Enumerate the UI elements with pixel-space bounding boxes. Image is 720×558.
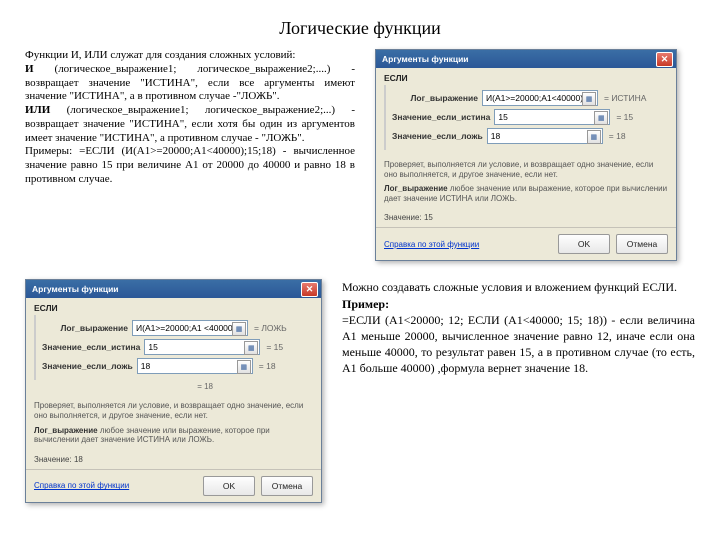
range-select-icon[interactable]: ▦ <box>582 92 596 106</box>
fn-or-label: ИЛИ <box>25 104 50 116</box>
range-select-icon[interactable]: ▦ <box>232 322 246 336</box>
arg-input[interactable]: И(A1>=20000;A1 <40000)▦ <box>132 320 248 336</box>
param-description: Лог_выражение любое значение или выражен… <box>384 184 668 203</box>
dialog-title: Аргументы функции <box>32 284 119 294</box>
close-button[interactable]: ✕ <box>656 52 673 67</box>
arg-eval: = ЛОЖЬ <box>248 323 313 333</box>
function-name: ЕСЛИ <box>34 303 313 313</box>
arg-value: 15 <box>498 112 507 122</box>
paragraph: Функции И, ИЛИ служат для создания сложн… <box>25 49 355 63</box>
arg-input[interactable]: 18 ▦ <box>137 358 253 374</box>
function-arguments-dialog-1: Аргументы функции ✕ ЕСЛИ Лог_выражение И… <box>375 49 677 261</box>
param-desc-label: Лог_выражение <box>384 184 448 193</box>
function-name: ЕСЛИ <box>384 73 668 83</box>
arg-eval: = 18 <box>253 361 313 371</box>
arg-eval: = 18 <box>603 131 668 141</box>
paragraph: Примеры: =ЕСЛИ (И(A1>=20000;A1<40000);15… <box>25 145 355 186</box>
arg-label: Лог_выражение <box>392 93 482 103</box>
arg-row: Значение_если_истина 15 ▦ = 15 <box>42 338 313 355</box>
cancel-button[interactable]: Отмена <box>261 476 313 496</box>
arg-eval: = ИСТИНА <box>598 93 668 103</box>
dialog-titlebar[interactable]: Аргументы функции ✕ <box>26 280 321 298</box>
param-description: Лог_выражение любое значение или выражен… <box>34 426 313 445</box>
arg-value: И(A1>=20000;A1<40000) <box>486 93 583 103</box>
bottom-text-block: Можно создавать сложные условия и вложен… <box>342 279 695 376</box>
fn-and-desc: (логическое_выражение1; логическое_выраж… <box>25 63 355 103</box>
description-block: Проверяет, выполняется ли условие, и воз… <box>34 401 313 444</box>
arg-input[interactable]: И(A1>=20000;A1<40000)▦ <box>482 90 598 106</box>
arg-value: 18 <box>491 131 500 141</box>
arg-eval: = 15 <box>610 112 668 122</box>
dialog-footer: Справка по этой функции OK Отмена <box>26 469 321 502</box>
paragraph: И (логическое_выражение1; логическое_выр… <box>25 63 355 104</box>
result-label: Значение: <box>34 455 72 464</box>
main-description: Проверяет, выполняется ли условие, и воз… <box>384 160 668 179</box>
arg-value: 15 <box>148 342 157 352</box>
arg-label: Лог_выражение <box>42 323 132 333</box>
param-desc-label: Лог_выражение <box>34 426 98 435</box>
main-description: Проверяет, выполняется ли условие, и воз… <box>34 401 313 420</box>
range-select-icon[interactable]: ▦ <box>594 111 608 125</box>
page-title: Логические функции <box>0 18 720 39</box>
arg-value: 18 <box>141 361 150 371</box>
paragraph: ИЛИ (логическое_выражение1; логическое_в… <box>25 104 355 145</box>
ok-button[interactable]: OK <box>203 476 255 496</box>
pre-result: = 18 <box>34 382 313 391</box>
fn-and-label: И <box>25 63 34 75</box>
arg-row: Лог_выражение И(A1>=20000;A1 <40000)▦ = … <box>42 319 313 336</box>
range-select-icon[interactable]: ▦ <box>237 360 251 374</box>
range-select-icon[interactable]: ▦ <box>244 341 258 355</box>
result-label: Значение: <box>384 213 422 222</box>
function-arguments-dialog-2: Аргументы функции ✕ ЕСЛИ Лог_выражение И… <box>25 279 322 502</box>
result-row: Значение: 15 <box>384 213 668 222</box>
argument-group: Лог_выражение И(A1>=20000;A1<40000)▦ = И… <box>384 85 668 150</box>
arg-input[interactable]: 18 ▦ <box>487 128 603 144</box>
arg-input[interactable]: 15 ▦ <box>494 109 610 125</box>
arg-label: Значение_если_истина <box>42 342 144 352</box>
dialog-titlebar[interactable]: Аргументы функции ✕ <box>376 50 676 68</box>
close-icon: ✕ <box>661 55 669 64</box>
argument-group: Лог_выражение И(A1>=20000;A1 <40000)▦ = … <box>34 315 313 380</box>
top-text-block: Функции И, ИЛИ служат для создания сложн… <box>25 49 355 187</box>
close-button[interactable]: ✕ <box>301 282 318 297</box>
arg-row: Значение_если_ложь 18 ▦ = 18 <box>42 357 313 374</box>
arg-row: Лог_выражение И(A1>=20000;A1<40000)▦ = И… <box>392 89 668 106</box>
arg-label: Значение_если_ложь <box>42 361 137 371</box>
range-select-icon[interactable]: ▦ <box>587 130 601 144</box>
ok-button[interactable]: OK <box>558 234 610 254</box>
close-icon: ✕ <box>306 285 314 294</box>
arg-label: Значение_если_ложь <box>392 131 487 141</box>
example-label: Пример: <box>342 296 695 312</box>
description-block: Проверяет, выполняется ли условие, и воз… <box>384 160 668 203</box>
paragraph: Можно создавать сложные условия и вложен… <box>342 279 695 295</box>
arg-value: И(A1>=20000;A1 <40000) <box>136 323 235 333</box>
result-row: Значение: 18 <box>34 455 313 464</box>
help-link[interactable]: Справка по этой функции <box>384 240 479 249</box>
arg-eval: = 15 <box>260 342 313 352</box>
dialog-footer: Справка по этой функции OK Отмена <box>376 227 676 260</box>
cancel-button[interactable]: Отмена <box>616 234 668 254</box>
help-link[interactable]: Справка по этой функции <box>34 481 129 490</box>
dialog-title: Аргументы функции <box>382 54 469 64</box>
result-value: 15 <box>424 213 433 222</box>
arg-label: Значение_если_истина <box>392 112 494 122</box>
fn-or-desc: (логическое_выражение1; логическое_выраж… <box>25 104 355 144</box>
paragraph: =ЕСЛИ (A1<20000; 12; ЕСЛИ (A1<40000; 15;… <box>342 312 695 377</box>
result-value: 18 <box>74 455 83 464</box>
arg-row: Значение_если_ложь 18 ▦ = 18 <box>392 127 668 144</box>
arg-input[interactable]: 15 ▦ <box>144 339 260 355</box>
arg-row: Значение_если_истина 15 ▦ = 15 <box>392 108 668 125</box>
